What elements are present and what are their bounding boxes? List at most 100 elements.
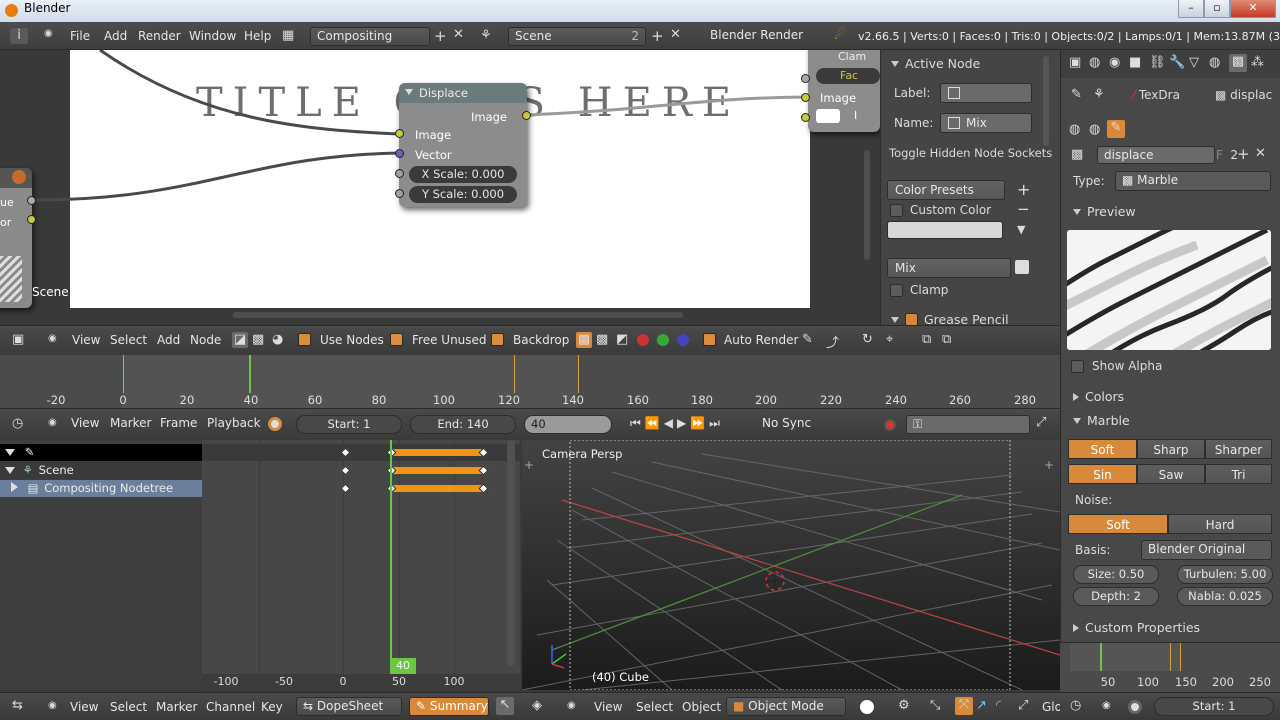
mini-timeline[interactable]: 50 100 150 200 250 [1060,642,1280,692]
data-tab-icon[interactable]: ▽ [1189,55,1199,70]
properties-toggle-icon[interactable]: + [1044,458,1054,472]
blend-mode-select[interactable]: Mix [887,258,1011,278]
marble-sharp-button[interactable]: Sharp [1137,439,1205,459]
dopesheet-menu-marker[interactable]: Marker [156,700,197,714]
collapse-menu-icon[interactable]: ◉ [48,333,57,344]
current-frame-line[interactable] [390,440,392,674]
displace-node-header[interactable]: Displace [399,83,527,103]
snap-icon[interactable]: ↻ [862,332,873,347]
copy-nodes-icon[interactable]: ⧉ [922,332,931,347]
info-editor-icon[interactable]: i [10,28,28,44]
maximize-button[interactable]: ▫ [1204,0,1230,18]
mix-fac-socket[interactable] [801,74,810,83]
channel-row-compositing-nodetree[interactable]: ▤ Compositing Nodetree [0,480,202,497]
dopesheet-menu-view[interactable]: View [70,700,98,714]
screen-layout-icon[interactable]: ▦ [282,28,294,43]
timeline-editor-icon[interactable]: ◷ [1070,698,1081,713]
start-frame-field[interactable]: Start: 1 [296,415,402,434]
x-scale-socket[interactable] [395,169,404,178]
custom-color-checkbox[interactable] [890,204,903,217]
object-tab-icon[interactable]: ■ [1129,55,1141,70]
menu-file[interactable]: File [70,29,90,43]
menu-window[interactable]: Window [189,29,236,43]
mix-color-swatch[interactable] [816,109,840,123]
node-menu-select[interactable]: Select [110,333,147,347]
custom-color-swatch[interactable] [887,221,1003,239]
summary-toggle[interactable]: ✎ Summary [409,697,489,716]
screen-layout-field[interactable]: Compositing [310,27,430,46]
unlink-texture-icon[interactable]: ✕ [1255,146,1266,161]
clamp-checkbox[interactable] [890,284,903,297]
add-screen-icon[interactable]: + [434,27,447,45]
rotate-icon[interactable]: ↗ [976,698,987,713]
brush-context-icon[interactable]: ✎ [1107,120,1125,138]
backdrop-checkbox[interactable] [491,333,504,346]
dopesheet-editor-icon[interactable]: ⇆ [12,698,23,713]
collapse-menu-icon[interactable]: ◉ [48,700,57,711]
npanel-scrollbar[interactable] [1043,56,1049,146]
paste-nodes-icon[interactable]: ⧉ [942,332,951,347]
picker-icon[interactable] [1015,260,1029,274]
size-field[interactable]: Size: 0.50 [1073,565,1159,584]
turbulence-field[interactable]: Turbulen: 5.00 [1177,565,1273,584]
manipulator-icon[interactable]: ⤡ [930,698,940,713]
dopesheet-keyframes[interactable]: 40 [202,440,520,690]
wave-sin-button[interactable]: Sin [1068,464,1137,484]
nabla-field[interactable]: Nabla: 0.025 [1177,587,1273,606]
world-tab-icon[interactable]: ◉ [1109,55,1120,70]
keyframe[interactable] [340,465,351,476]
keying-set-field[interactable]: ⚿ [906,415,1030,434]
preview-panel-header[interactable]: Preview [1073,204,1136,219]
backdrop-color-icon[interactable]: ▩ [576,332,592,348]
timeline-menu-frame[interactable]: Frame [160,416,197,430]
channel-row-scene[interactable]: ⚘ Scene [0,462,202,479]
displace-output-socket[interactable] [522,111,531,120]
channel-row-summary[interactable]: ✎ [0,444,202,461]
node-name-input[interactable]: Mix [940,113,1032,133]
input-node-socket-2[interactable] [27,215,36,224]
pin-icon[interactable]: ✎ [1071,87,1082,102]
shading-icon[interactable] [860,700,874,714]
particles-tab-icon[interactable]: ⁂ [1251,55,1264,70]
world-context-icon[interactable]: ◍ [1069,122,1080,137]
snap-element-icon[interactable]: ⌖ [886,332,893,347]
material-context-icon[interactable]: ◍ [1089,122,1100,137]
node-vertical-scrollbar[interactable] [864,150,870,260]
blue-channel-icon[interactable] [677,334,689,346]
dopesheet-menu-key[interactable]: Key [261,700,283,714]
pivot-icon[interactable]: ⚙ [898,698,910,713]
texture-type-select[interactable]: ▩ Marble [1115,171,1271,191]
wave-tri-button[interactable]: Tri [1205,464,1272,484]
mix-image2-socket[interactable] [801,113,810,122]
green-channel-icon[interactable] [657,334,669,346]
delete-scene-icon[interactable]: ✕ [670,27,681,42]
insert-key-icon[interactable]: ⤢ [1036,415,1046,430]
dopesheet-menu-select[interactable]: Select [110,700,147,714]
texture-browse-icon[interactable]: ▩ [1071,147,1083,162]
current-frame-line[interactable] [1100,643,1102,671]
material-tab-icon[interactable]: ◍ [1209,55,1220,70]
texdraw-breadcrumb[interactable]: ⁄ TexDra [1133,88,1180,102]
mix-image-socket[interactable] [801,93,810,102]
active-node-header[interactable]: Active Node [891,56,980,71]
timeline-menu-marker[interactable]: Marker [110,416,151,430]
sync-mode-select[interactable]: No Sync [756,415,862,434]
noise-soft-button[interactable]: Soft [1068,514,1168,534]
backdrop-alpha-icon[interactable]: ▩ [596,332,608,347]
preview-range-icon[interactable] [1128,700,1142,714]
marble-sharper-button[interactable]: Sharper [1205,439,1272,459]
collapse-menu-icon[interactable]: ◉ [44,28,53,39]
node-editor[interactable]: TITLE GOES HERE ue or Scene Displace Ima… [0,50,880,325]
render-engine-select[interactable]: Blender Render [704,27,820,46]
timeline-editor-icon[interactable]: ◷ [12,416,23,431]
node-label-input[interactable] [940,83,1032,103]
modifiers-tab-icon[interactable]: 🔧 [1169,55,1185,70]
expand-icon[interactable] [5,449,15,456]
interaction-mode-select[interactable]: ■ Object Mode [726,697,846,716]
shader-tree-icon[interactable]: ◪ [232,332,248,348]
show-alpha-checkbox[interactable] [1071,360,1084,373]
depth-field[interactable]: Depth: 2 [1073,587,1159,606]
displace-vector-socket[interactable] [395,149,404,158]
texture-tree-icon[interactable]: ▩ [252,332,264,347]
orientation-icon[interactable]: ⤢ [1018,698,1028,713]
